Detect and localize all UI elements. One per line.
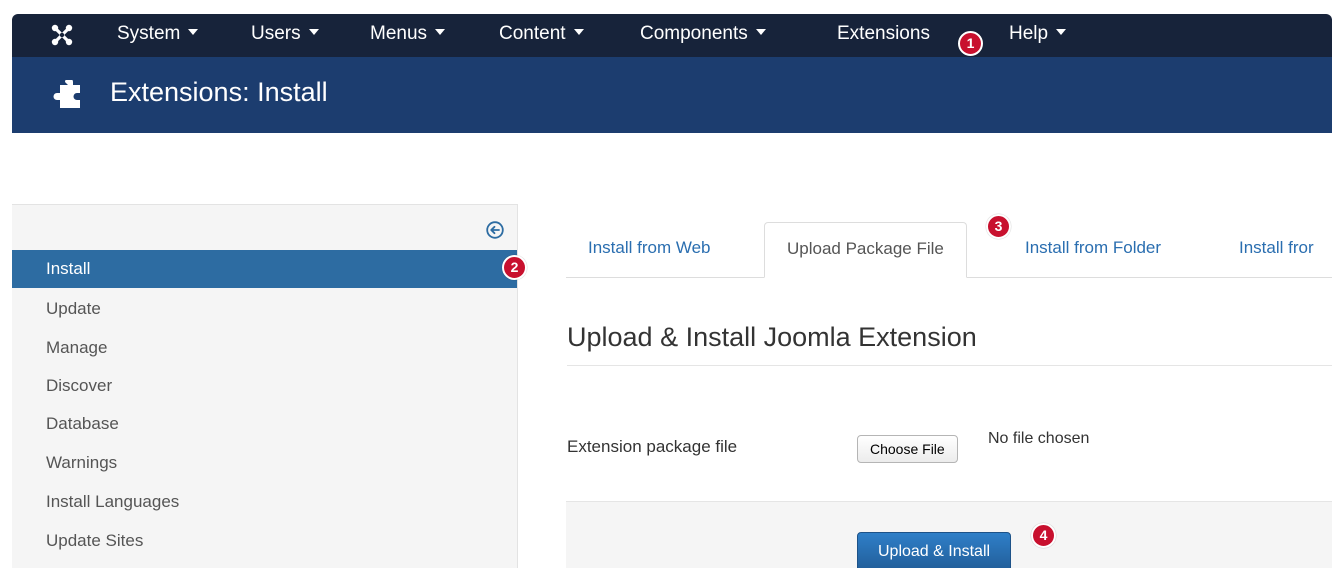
- nav-extensions-label: Extensions: [837, 23, 930, 44]
- caret-down-icon: [573, 28, 584, 35]
- tab-label: Upload Package File: [787, 239, 944, 258]
- caret-down-icon: [755, 28, 766, 35]
- nav-help-menu[interactable]: Help: [1009, 14, 1067, 57]
- sidebar-item-database[interactable]: Database: [12, 405, 517, 443]
- sidebar-item-manage[interactable]: Manage: [12, 329, 517, 367]
- nav-system-label: System: [117, 23, 181, 44]
- section-title: Upload & Install Joomla Extension: [567, 322, 977, 352]
- nav-system-menu[interactable]: System: [117, 14, 199, 57]
- step-marker-1: 1: [958, 31, 983, 56]
- tab-install-from-url[interactable]: Install fror: [1217, 222, 1332, 278]
- tab-upload-package-file[interactable]: Upload Package File: [764, 222, 967, 278]
- sidebar-item-warnings[interactable]: Warnings: [12, 444, 517, 482]
- caret-down-icon: [188, 28, 199, 35]
- circle-arrow-left-icon[interactable]: [486, 221, 504, 239]
- nav-menus-label: Menus: [370, 23, 428, 44]
- nav-components-label: Components: [640, 23, 748, 44]
- sidebar-item-label: Manage: [46, 338, 108, 357]
- nav-components-menu[interactable]: Components: [640, 14, 766, 57]
- form-actions: Upload & Install: [566, 501, 1332, 568]
- puzzle-piece-icon: [53, 80, 80, 108]
- tab-label: Install from Folder: [1025, 238, 1162, 257]
- main-content: Install from Web Upload Package File Ins…: [519, 204, 1332, 568]
- joomla-logo-icon[interactable]: [50, 23, 74, 47]
- section-divider: [567, 365, 1332, 366]
- page-title: Extensions: Install: [110, 77, 328, 107]
- tab-install-from-folder[interactable]: Install from Folder: [1003, 222, 1183, 278]
- caret-down-icon: [1056, 28, 1067, 35]
- caret-down-icon: [308, 28, 319, 35]
- sidebar-item-discover[interactable]: Discover: [12, 367, 517, 405]
- choose-file-button[interactable]: Choose File: [857, 435, 958, 463]
- sidebar-item-label: Database: [46, 414, 119, 433]
- nav-users-menu[interactable]: Users: [251, 14, 319, 57]
- nav-content-menu[interactable]: Content: [499, 14, 584, 57]
- sidebar-item-label: Update Sites: [46, 531, 144, 550]
- nav-help-label: Help: [1009, 23, 1049, 44]
- top-navbar: System Users Menus Content Components Ex…: [12, 14, 1332, 57]
- sidebar-item-update-sites[interactable]: Update Sites: [12, 522, 517, 560]
- sidebar-item-install-languages[interactable]: Install Languages: [12, 483, 517, 521]
- file-status-text: No file chosen: [988, 430, 1090, 447]
- nav-menus-menu[interactable]: Menus: [370, 14, 446, 57]
- upload-install-button[interactable]: Upload & Install: [857, 532, 1012, 568]
- step-marker-3: 3: [986, 214, 1011, 239]
- caret-down-icon: [435, 28, 446, 35]
- sidebar: Install Update Manage Discover Database …: [12, 204, 518, 568]
- extension-package-label: Extension package file: [567, 437, 738, 456]
- step-marker-4: 4: [1031, 523, 1056, 548]
- sidebar-item-update[interactable]: Update: [12, 290, 517, 328]
- sidebar-item-label: Discover: [46, 376, 113, 395]
- sidebar-item-label: Warnings: [46, 453, 118, 472]
- sidebar-item-label: Install: [46, 259, 91, 278]
- tab-label: Install fror: [1239, 238, 1314, 257]
- nav-extensions-menu[interactable]: Extensions: [837, 14, 930, 57]
- step-marker-2: 2: [502, 255, 527, 280]
- sidebar-item-label: Update: [46, 299, 101, 318]
- nav-users-label: Users: [251, 23, 301, 44]
- tab-label: Install from Web: [588, 238, 711, 257]
- nav-content-label: Content: [499, 23, 566, 44]
- sidebar-item-install[interactable]: Install: [12, 250, 517, 288]
- page-header: Extensions: Install: [12, 57, 1332, 133]
- tab-install-from-web[interactable]: Install from Web: [566, 222, 733, 278]
- sidebar-item-label: Install Languages: [46, 492, 180, 511]
